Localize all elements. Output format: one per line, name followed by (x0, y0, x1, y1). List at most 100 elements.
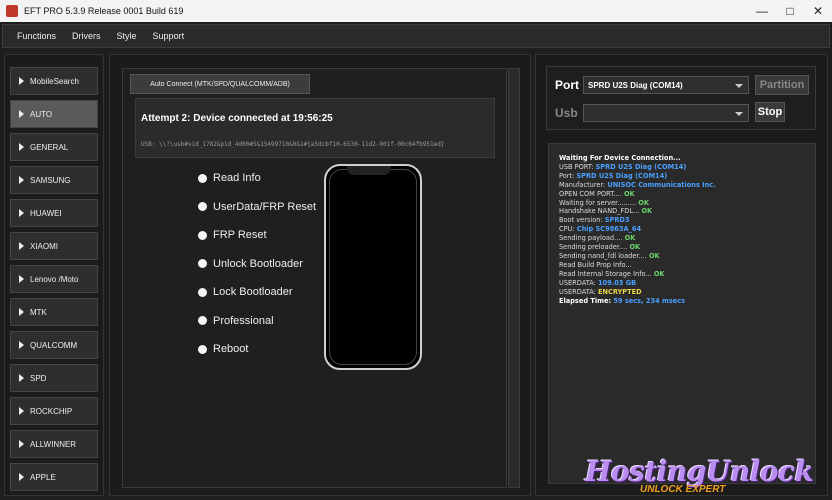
option-lock-bootloader[interactable]: Lock Bootloader (198, 284, 293, 300)
radio-icon[interactable] (198, 173, 207, 183)
sidebar-item-label: SAMSUNG (30, 175, 71, 185)
option-userdata-frp-reset[interactable]: UserData/FRP Reset (198, 199, 316, 215)
caret-right-icon (19, 308, 24, 316)
menu-drivers[interactable]: Drivers (72, 31, 101, 41)
sidebar-item-label: QUALCOMM (30, 340, 78, 350)
log-line: Sending payload.... OK (559, 234, 815, 243)
sidebar-item-apple[interactable]: APPLE (10, 463, 98, 491)
watermark-logo: HostingUnlock UNLOCK EXPERT (585, 455, 820, 495)
sidebar-item-general[interactable]: GENERAL (10, 133, 98, 161)
sidebar-item-samsung[interactable]: SAMSUNG (10, 166, 98, 194)
log-value: Chip SC9863A_64 (576, 225, 642, 234)
sidebar-item-lenovo-moto[interactable]: Lenovo /Moto (10, 265, 98, 293)
close-icon[interactable]: ✕ (804, 0, 832, 22)
radio-icon[interactable] (198, 316, 207, 325)
sidebar-item-xiaomi[interactable]: XIAOMI (10, 232, 98, 260)
log-line: Port: SPRD U2S Diag (COM14) (559, 172, 815, 181)
chevron-down-icon (735, 112, 743, 116)
log-label: Waiting for server......... (559, 198, 639, 207)
log-value: OK (629, 243, 641, 252)
sidebar-item-auto[interactable]: AUTO (10, 100, 98, 128)
phone-illustration (324, 164, 422, 370)
sidebar-item-rockchip[interactable]: ROCKCHIP (10, 397, 98, 425)
app-icon (6, 5, 18, 17)
log-value: SPRD3 (604, 216, 630, 225)
caret-right-icon (19, 473, 24, 481)
caret-right-icon (19, 242, 24, 250)
log-label: Sending payload.... (559, 234, 625, 243)
log-label: USB PORT: (559, 162, 596, 171)
phone-notch (347, 166, 391, 175)
log-line: Elapsed Time: 59 secs, 234 msecs (559, 297, 815, 306)
log-value: 109.03 GB (597, 278, 637, 287)
option-label: Read Info (213, 172, 261, 184)
radio-icon[interactable] (198, 202, 207, 211)
log-line: Sending nand_fdl loader.... OK (559, 252, 815, 261)
menu-functions[interactable]: Functions (17, 31, 56, 41)
log-line: Handshake NAND_FDL... OK (559, 207, 815, 216)
caret-right-icon (19, 407, 24, 415)
caret-right-icon (19, 176, 24, 184)
sidebar-item-label: AUTO (30, 109, 53, 119)
partition-button[interactable]: Partition (755, 75, 809, 95)
sidebar-item-allwinner[interactable]: ALLWINNER (10, 430, 98, 458)
log-line: Boot version: SPRD3 (559, 216, 815, 225)
log-line: Manufacturer: UNISOC Communications Inc. (559, 181, 815, 190)
option-read-info[interactable]: Read Info (198, 170, 261, 186)
menu-bar: Functions Drivers Style Support (2, 24, 830, 48)
sidebar-item-mobilesearch[interactable]: MobileSearch (10, 67, 98, 95)
option-label: Reboot (213, 343, 249, 355)
sidebar-item-label: APPLE (30, 472, 56, 482)
menu-style[interactable]: Style (117, 31, 137, 41)
sidebar-item-label: SPD (30, 373, 47, 383)
option-frp-reset[interactable]: FRP Reset (198, 227, 267, 243)
option-label: UserData/FRP Reset (213, 200, 317, 213)
log-value: SPRD U2S Diag (COM14) (576, 171, 668, 180)
log-line: Waiting For Device Connection... (559, 154, 815, 163)
maximize-icon[interactable]: □ (776, 0, 804, 22)
log-line: USB PORT: SPRD U2S Diag (COM14) (559, 163, 815, 172)
log-value: UNISOC Communications Inc. (607, 180, 716, 189)
scrollbar[interactable] (508, 68, 520, 488)
sidebar-item-qualcomm[interactable]: QUALCOMM (10, 331, 98, 359)
port-select[interactable]: SPRD U2S Diag (COM14) (583, 76, 749, 94)
radio-icon[interactable] (198, 259, 207, 268)
log-label: Manufacturer: (559, 180, 608, 189)
option-professional[interactable]: Professional (198, 313, 274, 329)
minimize-icon[interactable]: — (748, 0, 776, 22)
caret-right-icon (19, 143, 24, 151)
port-select-value: SPRD U2S Diag (COM14) (588, 80, 683, 90)
window-controls: — □ ✕ (748, 0, 832, 22)
chevron-down-icon (735, 84, 743, 88)
log-label: Read Build Prop Info... (559, 260, 632, 269)
sidebar-item-label: MTK (30, 307, 47, 317)
menu-support[interactable]: Support (153, 31, 185, 41)
tab-auto-connect[interactable]: Auto Connect (MTK/SPD/QUALCOMM/ADB) (130, 74, 310, 94)
option-label: Lock Bootloader (213, 286, 293, 298)
caret-right-icon (19, 110, 24, 118)
log-value: OK (638, 198, 649, 207)
log-label: Elapsed Time: (559, 296, 614, 305)
log-label: Sending preloader.... (559, 243, 630, 252)
log-line: Sending preloader.... OK (559, 243, 815, 252)
sidebar-item-spd[interactable]: SPD (10, 364, 98, 392)
option-unlock-bootloader[interactable]: Unlock Bootloader (198, 256, 303, 272)
log-label: Read Internal Storage Info... (559, 269, 654, 278)
usb-select[interactable] (583, 104, 749, 122)
log-line: CPU: Chip SC9863A_64 (559, 225, 815, 234)
log-label: Boot version: (559, 216, 605, 225)
log-line: Read Internal Storage Info... OK (559, 270, 815, 279)
sidebar-item-huawei[interactable]: HUAWEI (10, 199, 98, 227)
caret-right-icon (19, 440, 24, 448)
radio-icon[interactable] (198, 344, 207, 354)
stop-button[interactable]: Stop (755, 102, 785, 122)
radio-icon[interactable] (198, 287, 207, 297)
option-reboot[interactable]: Reboot (198, 341, 248, 357)
log-label: CPU: (559, 225, 577, 234)
sidebar-item-mtk[interactable]: MTK (10, 298, 98, 326)
sidebar-item-label: XIAOMI (30, 241, 59, 251)
watermark-subtitle: UNLOCK EXPERT (640, 484, 726, 495)
title-bar: EFT PRO 5.3.9 Release 0001 Build 619 — □… (0, 0, 832, 22)
log-line: OPEN COM PORT.... OK (559, 190, 815, 199)
radio-icon[interactable] (198, 230, 207, 240)
